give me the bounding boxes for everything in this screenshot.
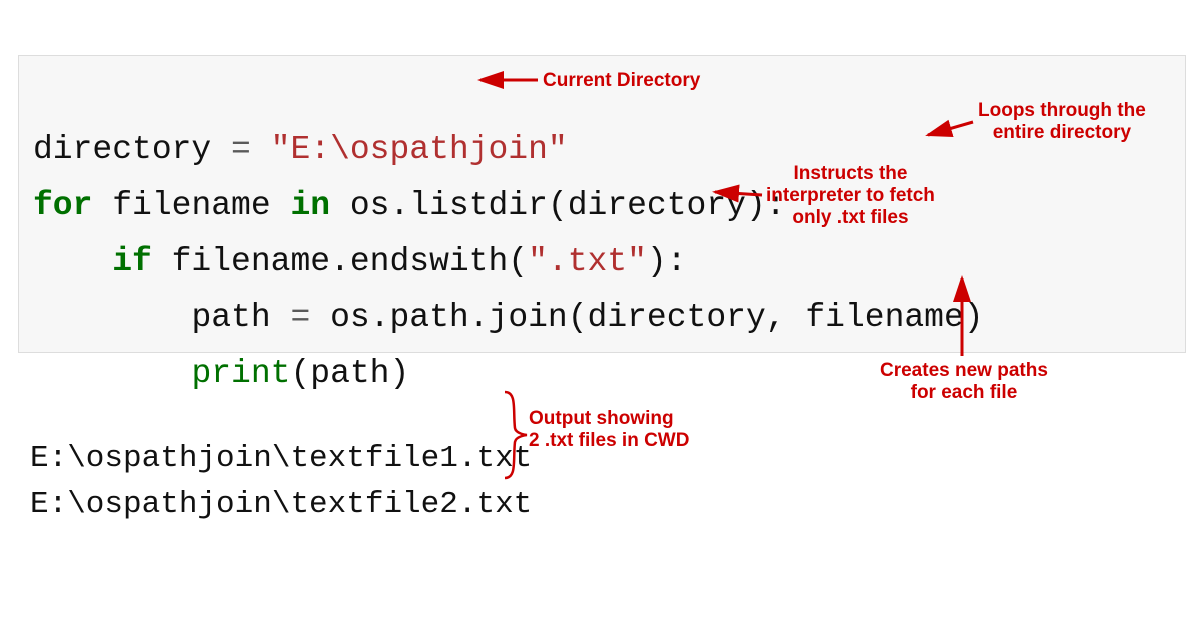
brace-icon <box>503 390 529 480</box>
arrow-icon <box>928 122 973 135</box>
arrow-icon <box>715 192 762 195</box>
arrows-layer <box>0 0 1200 630</box>
